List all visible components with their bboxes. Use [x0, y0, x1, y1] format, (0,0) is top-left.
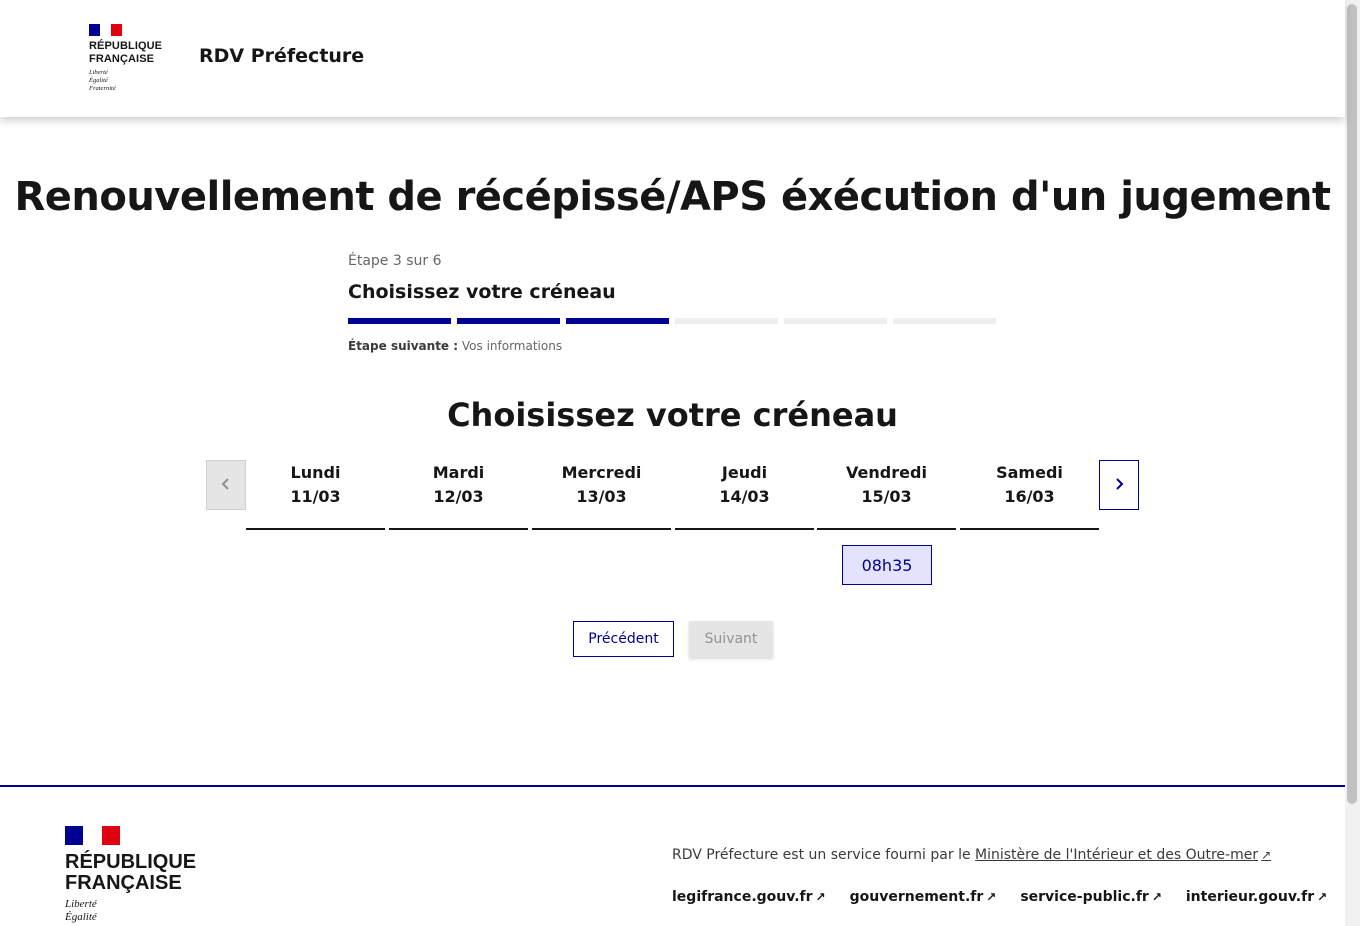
devise-fraternite: Fraternité [89, 85, 116, 92]
logo-line-1: RÉPUBLIQUE [89, 40, 163, 52]
step-bar-2 [457, 318, 560, 324]
step-bar-4 [675, 318, 778, 324]
day-date: 11/03 [290, 487, 341, 506]
footer-link-legifrance[interactable]: legifrance.gouv.fr ↗ [672, 889, 826, 905]
day-date: 15/03 [861, 487, 912, 506]
footer-link-service-public[interactable]: service-public.fr ↗ [1020, 889, 1162, 905]
calendar-title: Choisissez votre créneau [447, 396, 898, 434]
footer-links: legifrance.gouv.fr ↗ gouvernement.fr ↗ ser… [672, 889, 1327, 905]
previous-button[interactable]: Précédent [573, 621, 674, 657]
next-step-value: Vos informations [461, 339, 563, 353]
chevron-left-icon [220, 475, 232, 496]
next-step: Étape suivante : Vos informations [348, 339, 562, 353]
footer-desc-text: RDV Préfecture est un service fourni par… [672, 847, 971, 863]
republique-francaise-logo[interactable]: RÉPUBLIQUE FRANÇAISE Liberté Égalité Fra… [89, 24, 162, 93]
day-column: Jeudi 14/03 [675, 462, 814, 530]
day-column: Lundi 11/03 [246, 462, 385, 530]
page: RÉPUBLIQUE FRANÇAISE Liberté Égalité Fra… [0, 0, 1360, 926]
page-scrollbar[interactable] [1345, 0, 1360, 926]
day-date: 16/03 [1004, 487, 1055, 506]
chevron-right-icon [1113, 475, 1125, 496]
footer-link-label: interieur.gouv.fr [1185, 889, 1315, 905]
day-date: 14/03 [719, 487, 770, 506]
next-step-label: Étape suivante : [348, 339, 459, 353]
scrollbar-thumb[interactable] [1347, 4, 1357, 804]
page-title: Renouvellement de récépissé/APS éxécutio… [14, 174, 1331, 220]
day-name: Lundi [290, 463, 341, 482]
step-bar-1 [348, 318, 451, 324]
external-link-icon: ↗ [986, 890, 997, 904]
external-link-icon: ↗ [1151, 890, 1162, 904]
day-column: Vendredi 15/03 [817, 462, 956, 530]
site-footer: RÉPUBLIQUE FRANÇAISE Liberté Égalité RDV… [0, 785, 1345, 926]
footer-link-label: legifrance.gouv.fr [672, 889, 813, 905]
marianne-flag-icon [65, 826, 120, 845]
step-title: Choisissez votre créneau [348, 281, 616, 303]
footer-republique-logo[interactable]: RÉPUBLIQUE FRANÇAISE Liberté Égalité [65, 826, 196, 924]
day-name: Jeudi [721, 463, 768, 482]
logo-line-2: FRANÇAISE [89, 53, 155, 65]
devise-liberte: Liberté [89, 69, 108, 76]
external-link-icon: ↗ [815, 890, 826, 904]
footer-description: RDV Préfecture est un service fourni par… [672, 847, 1271, 863]
step-bar-5 [784, 318, 887, 324]
step-progress [348, 318, 996, 324]
day-date: 13/03 [576, 487, 627, 506]
next-week-button[interactable] [1099, 460, 1139, 510]
footer-devise-liberte: Liberté [65, 898, 97, 910]
external-link-icon: ↗ [1261, 848, 1272, 862]
next-button[interactable]: Suivant [689, 621, 773, 657]
day-name: Mercredi [561, 463, 642, 482]
service-title[interactable]: RDV Préfecture [199, 45, 364, 67]
footer-link-label: gouvernement.fr [849, 889, 984, 905]
day-column: Mardi 12/03 [389, 462, 528, 530]
previous-week-button[interactable] [206, 460, 246, 510]
footer-link-gouvernement[interactable]: gouvernement.fr ↗ [850, 889, 997, 905]
footer-logo-line-1: RÉPUBLIQUE [65, 851, 197, 873]
footer-link-interieur[interactable]: interieur.gouv.fr ↗ [1186, 889, 1327, 905]
devise-egalite: Égalité [89, 77, 108, 84]
day-name: Vendredi [846, 463, 927, 482]
step-bar-6 [893, 318, 996, 324]
day-column: Samedi 16/03 [960, 462, 1099, 530]
marianne-flag-icon [89, 24, 122, 36]
day-column: Mercredi 13/03 [532, 462, 671, 530]
time-slot-button[interactable]: 08h35 [842, 545, 932, 585]
day-name: Mardi [432, 463, 485, 482]
external-link-icon: ↗ [1317, 890, 1328, 904]
step-bar-3 [566, 318, 669, 324]
ministry-link-label: Ministère de l'Intérieur et des Outre-me… [975, 847, 1259, 863]
step-count: Étape 3 sur 6 [348, 253, 442, 269]
footer-link-label: service-public.fr [1020, 889, 1149, 905]
footer-logo-line-2: FRANÇAISE [65, 872, 182, 894]
footer-devise-egalite: Égalité [65, 911, 97, 923]
site-header: RÉPUBLIQUE FRANÇAISE Liberté Égalité Fra… [0, 0, 1345, 117]
day-name: Samedi [996, 463, 1063, 482]
ministry-link[interactable]: Ministère de l'Intérieur et des Outre-me… [975, 847, 1271, 863]
day-date: 12/03 [433, 487, 484, 506]
